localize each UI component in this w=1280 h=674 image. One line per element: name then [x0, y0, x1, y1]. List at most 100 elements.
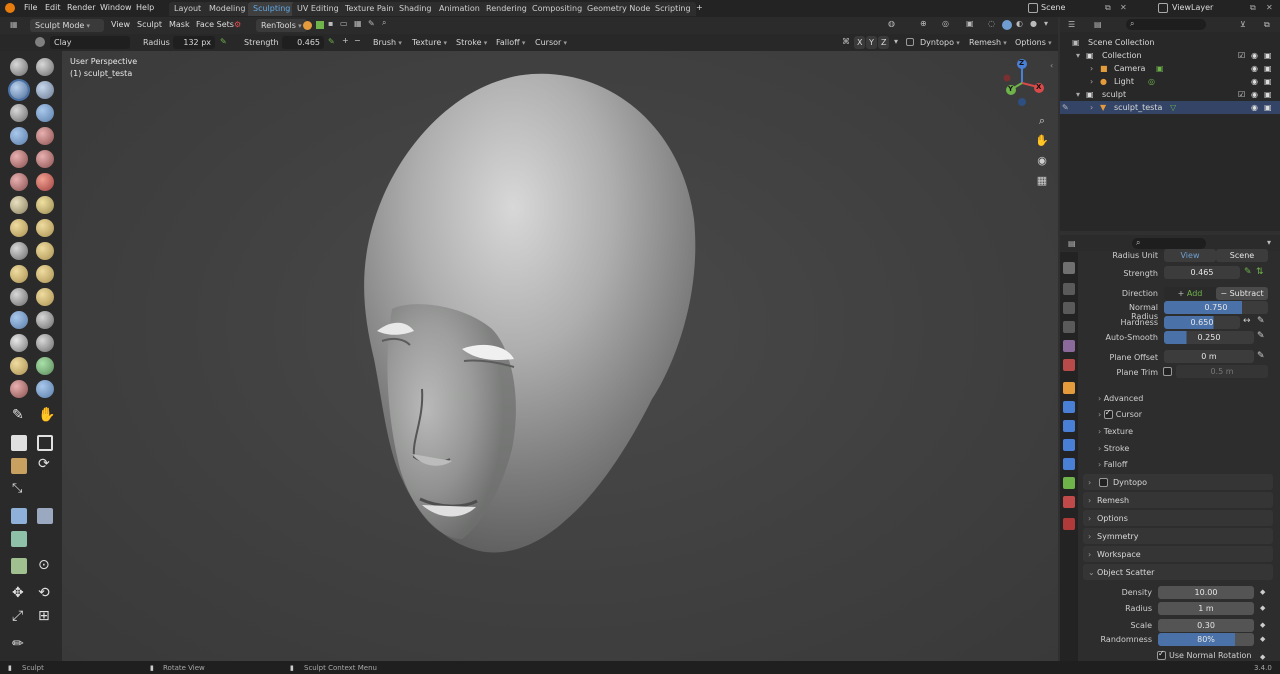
axis-x-button[interactable]: X [854, 36, 866, 49]
texture-tab-icon[interactable] [1063, 518, 1075, 530]
fill-tool-icon[interactable] [36, 173, 54, 191]
use-normal-rotation-checkbox[interactable] [1157, 651, 1166, 660]
line-project-tool-icon[interactable]: ⤡ [12, 481, 22, 496]
select-icon[interactable]: ▭ [340, 19, 348, 28]
menu-help[interactable]: Help [136, 3, 154, 12]
tab-rendering[interactable]: Rendering [481, 2, 532, 16]
axis-z-button[interactable]: Z [878, 36, 890, 49]
scale-keyframe-icon[interactable]: ◆ [1260, 621, 1265, 629]
search-icon[interactable]: ⌕ [382, 18, 386, 28]
cursor-checkbox[interactable] [1103, 410, 1113, 419]
shading-render-icon[interactable]: ● [1030, 19, 1037, 28]
tab-uv-editing[interactable]: UV Editing [292, 2, 344, 16]
randomness-keyframe-icon[interactable]: ◆ [1260, 635, 1265, 643]
collection-checkbox-icon[interactable]: ☑ [1238, 51, 1245, 60]
elastic-deform-tool-icon[interactable] [10, 242, 28, 260]
light-render-icon[interactable]: ▣ [1264, 77, 1272, 86]
blender-logo-icon[interactable] [5, 3, 15, 13]
add-direction-button[interactable]: + [342, 36, 349, 45]
box-trim-tool-icon[interactable]: ⟳ [38, 456, 50, 472]
slide-relax-tool-icon[interactable] [10, 311, 28, 329]
scatter-radius-field[interactable]: 1 m [1158, 602, 1254, 615]
shading-options-icon[interactable]: ▾ [1044, 19, 1048, 28]
draw-face-sets-tool-icon[interactable] [36, 357, 54, 375]
density-keyframe-icon[interactable]: ◆ [1260, 588, 1265, 596]
properties-search-input[interactable] [1132, 238, 1206, 249]
add-workspace-button[interactable]: + [696, 3, 703, 12]
brush-dropdown[interactable]: Brush [373, 38, 402, 47]
falloff-dropdown[interactable]: Falloff [496, 38, 525, 47]
visibility-icon[interactable]: ◍ [888, 19, 895, 28]
tab-sculpting[interactable]: Sculpting [248, 2, 296, 16]
zoom-view-icon[interactable]: ⌕ [1034, 113, 1050, 129]
outliner-row-scene-collection[interactable]: ▣ Scene Collection [1060, 36, 1280, 49]
menu-file[interactable]: File [24, 3, 37, 12]
tab-texture-paint[interactable]: Texture Paint [340, 2, 402, 16]
view-layer-tab-icon[interactable] [1063, 321, 1075, 333]
expand-sculpt-testa-icon[interactable]: › [1090, 103, 1093, 112]
advanced-subpanel[interactable]: › Advanced [1098, 394, 1143, 403]
outliner-display-mode-icon[interactable]: ▤ [1094, 20, 1102, 29]
properties-editor-icon[interactable]: ▤ [1068, 239, 1076, 248]
subtract-direction-button[interactable]: − [354, 36, 361, 45]
menu-window[interactable]: Window [100, 3, 132, 12]
viewlayer-close-icon[interactable]: ✕ [1266, 3, 1273, 12]
gizmo-icon[interactable]: ⊕ [920, 19, 927, 28]
nudge-tool-icon[interactable] [10, 288, 28, 306]
physics-tab-icon[interactable] [1063, 439, 1075, 451]
viewlayer-selector[interactable]: ViewLayer [1172, 3, 1213, 12]
outliner-filter-icon[interactable]: ⊻ [1240, 20, 1246, 29]
camera-visibility-icon[interactable]: ◉ [1251, 64, 1258, 73]
rotate-transform-tool-icon[interactable]: ⟲ [38, 585, 50, 601]
tool-tab-icon[interactable] [1063, 262, 1075, 274]
viewlayer-copy-icon[interactable]: ⧉ [1250, 3, 1256, 13]
direction-subtract-button[interactable]: − Subtract [1216, 287, 1268, 300]
outliner-new-collection-icon[interactable]: ⧉ [1264, 20, 1270, 30]
pose-tool-icon[interactable] [36, 265, 54, 283]
tab-scripting[interactable]: Scripting [650, 2, 696, 16]
camera-view-icon[interactable]: ◉ [1034, 153, 1050, 169]
light-visibility-icon[interactable]: ◉ [1251, 77, 1258, 86]
collection-render-icon[interactable]: ▣ [1264, 51, 1272, 60]
layer-tool-icon[interactable] [36, 104, 54, 122]
brush-name-field[interactable]: Clay [50, 36, 130, 49]
plane-offset-pressure-icon[interactable]: ✎ [1257, 351, 1265, 361]
menu-view[interactable]: View [111, 20, 130, 29]
scale-tool-icon[interactable]: ⤢ [12, 608, 23, 624]
tab-shading[interactable]: Shading [394, 2, 437, 16]
tab-layout[interactable]: Layout [169, 2, 207, 16]
edit-mode-icon[interactable]: ✎ [1062, 103, 1069, 112]
simplify-tool-icon[interactable] [36, 334, 54, 352]
object-scatter-panel[interactable]: ⌄ Object Scatter [1083, 564, 1273, 580]
tab-compositing[interactable]: Compositing [527, 2, 588, 16]
multires-displacement-smear-icon[interactable] [36, 380, 54, 398]
randomness-slider[interactable]: 80% [1158, 633, 1254, 646]
tab-animation[interactable]: Animation [434, 2, 485, 16]
data-tab-icon[interactable] [1063, 477, 1075, 489]
rentools-dropdown[interactable]: RenTools [256, 19, 307, 32]
hardness-pressure-icon[interactable]: ✎ [1257, 316, 1265, 326]
object-tab-icon[interactable] [1063, 382, 1075, 394]
smear-tool-icon[interactable]: ✋ [38, 407, 55, 423]
scene-selector[interactable]: Scene [1041, 3, 1065, 12]
color-icon[interactable] [303, 21, 312, 30]
tab-geometry-nodes[interactable]: Geometry Nodes [582, 2, 660, 16]
wrench-icon[interactable]: ✎ [368, 19, 375, 28]
outliner-row-sculpt-testa[interactable]: ✎ › ▼ sculpt_testa ▽ ◉ ▣ [1060, 101, 1280, 114]
outliner-search-input[interactable] [1126, 19, 1206, 30]
transform-tool-icon[interactable]: ⊞ [38, 608, 50, 624]
dyntopo-checkbox[interactable] [906, 38, 914, 46]
draw-tool-icon[interactable] [10, 58, 28, 76]
stroke-dropdown[interactable]: Stroke [456, 38, 487, 47]
axis-y-button[interactable]: Y [866, 36, 877, 49]
menu-face-sets[interactable]: Face Sets [196, 20, 234, 29]
plane-trim-checkbox[interactable] [1163, 367, 1172, 376]
multires-displacement-eraser-icon[interactable] [10, 380, 28, 398]
ortho-toggle-icon[interactable]: ▦ [1034, 173, 1050, 189]
mode-selector[interactable]: Sculpt Mode [30, 19, 104, 32]
boundary-tool-icon[interactable] [36, 311, 54, 329]
draw-sharp-tool-icon[interactable] [36, 58, 54, 76]
scrape-tool-icon[interactable] [10, 196, 28, 214]
radius-pressure-icon[interactable]: ✎ [220, 37, 227, 46]
scene-copy-icon[interactable]: ⧉ [1105, 3, 1111, 13]
